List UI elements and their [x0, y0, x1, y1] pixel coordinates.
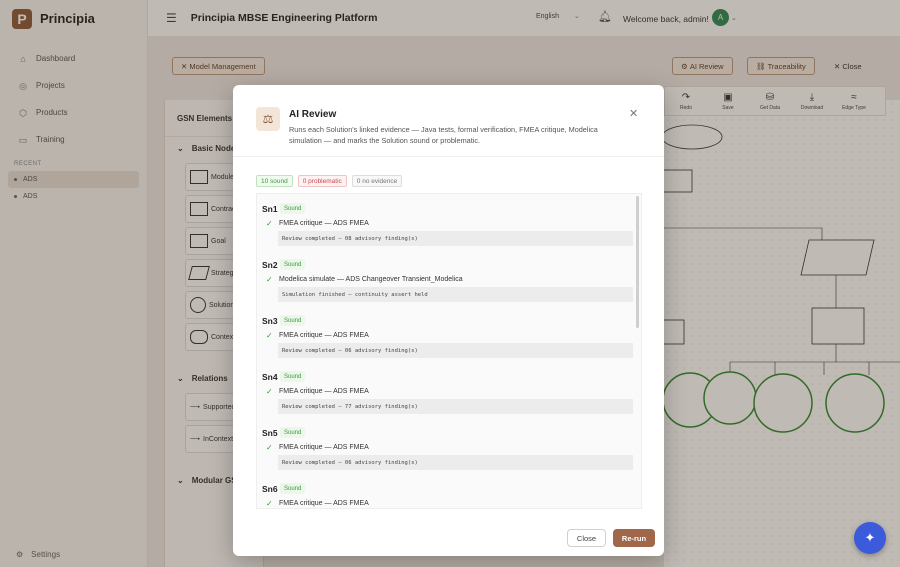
check-icon: ✓: [266, 331, 273, 340]
evidence-source: FMEA critique — ADS FMEA: [279, 332, 369, 339]
list-item: Sn4 Sound ✓ FMEA critique — ADS FMEA Rev…: [257, 362, 641, 418]
problematic-count-badge: 0 problematic: [297, 175, 347, 187]
assistant-sparkle-button[interactable]: ✦: [854, 522, 886, 554]
evidence-source: Modelica simulate — ADS Changeover Trans…: [279, 276, 463, 283]
status-badge: Sound: [280, 371, 306, 382]
evidence-source: FMEA critique — ADS FMEA: [279, 220, 369, 227]
list-item: Sn5 Sound ✓ FMEA critique — ADS FMEA Rev…: [257, 418, 641, 474]
no-evidence-count-badge: 0 no evidence: [351, 175, 403, 187]
ai-review-modal: ⚖ AI Review Runs each Solution's linked …: [233, 85, 664, 556]
evidence-log: Review completed — 06 advisory finding(s…: [278, 455, 633, 470]
close-button[interactable]: Close: [567, 529, 606, 547]
solution-id: Sn5: [262, 428, 278, 438]
sparkle-icon: ✦: [864, 530, 876, 545]
check-icon: ✓: [266, 443, 273, 452]
list-item: Sn3 Sound ✓ FMEA critique — ADS FMEA Rev…: [257, 306, 641, 362]
solution-id: Sn6: [262, 484, 278, 494]
sound-count-badge: 10 sound: [256, 175, 293, 187]
list-item: Sn6 Sound ✓ FMEA critique — ADS FMEA: [257, 474, 641, 508]
solution-id: Sn1: [262, 204, 278, 214]
summary-tags: 10 sound 0 problematic 0 no evidence: [256, 175, 403, 187]
status-badge: Sound: [280, 315, 306, 326]
check-icon: ✓: [266, 499, 273, 508]
check-icon: ✓: [266, 219, 273, 228]
list-item: Sn1 Sound ✓ FMEA critique — ADS FMEA Rev…: [257, 194, 641, 250]
modal-description: Runs each Solution's linked evidence — J…: [289, 125, 598, 145]
evidence-source: FMEA critique — ADS FMEA: [279, 388, 369, 395]
check-icon: ✓: [266, 275, 273, 284]
status-badge: Sound: [280, 203, 306, 214]
solution-id: Sn3: [262, 316, 278, 326]
check-icon: ✓: [266, 387, 273, 396]
evidence-source: FMEA critique — ADS FMEA: [279, 444, 369, 451]
results-list[interactable]: Sn1 Sound ✓ FMEA critique — ADS FMEA Rev…: [256, 193, 642, 509]
status-badge: Sound: [280, 259, 306, 270]
close-icon[interactable]: ✕: [629, 107, 638, 120]
status-badge: Sound: [280, 483, 306, 494]
solution-id: Sn4: [262, 372, 278, 382]
evidence-source: FMEA critique — ADS FMEA: [279, 500, 369, 507]
modal-title: AI Review: [289, 109, 337, 120]
solution-id: Sn2: [262, 260, 278, 270]
evidence-log: Review completed — 06 advisory finding(s…: [278, 343, 633, 358]
rerun-button[interactable]: Re-run: [613, 529, 655, 547]
evidence-log: Review completed — 77 advisory finding(s…: [278, 399, 633, 414]
evidence-log: Review completed — 08 advisory finding(s…: [278, 231, 633, 246]
list-item: Sn2 Sound ✓ Modelica simulate — ADS Chan…: [257, 250, 641, 306]
status-badge: Sound: [280, 427, 306, 438]
robot-icon: ⚖: [256, 107, 280, 131]
divider: [233, 156, 664, 157]
evidence-log: Simulation finished — continuity assert …: [278, 287, 633, 302]
